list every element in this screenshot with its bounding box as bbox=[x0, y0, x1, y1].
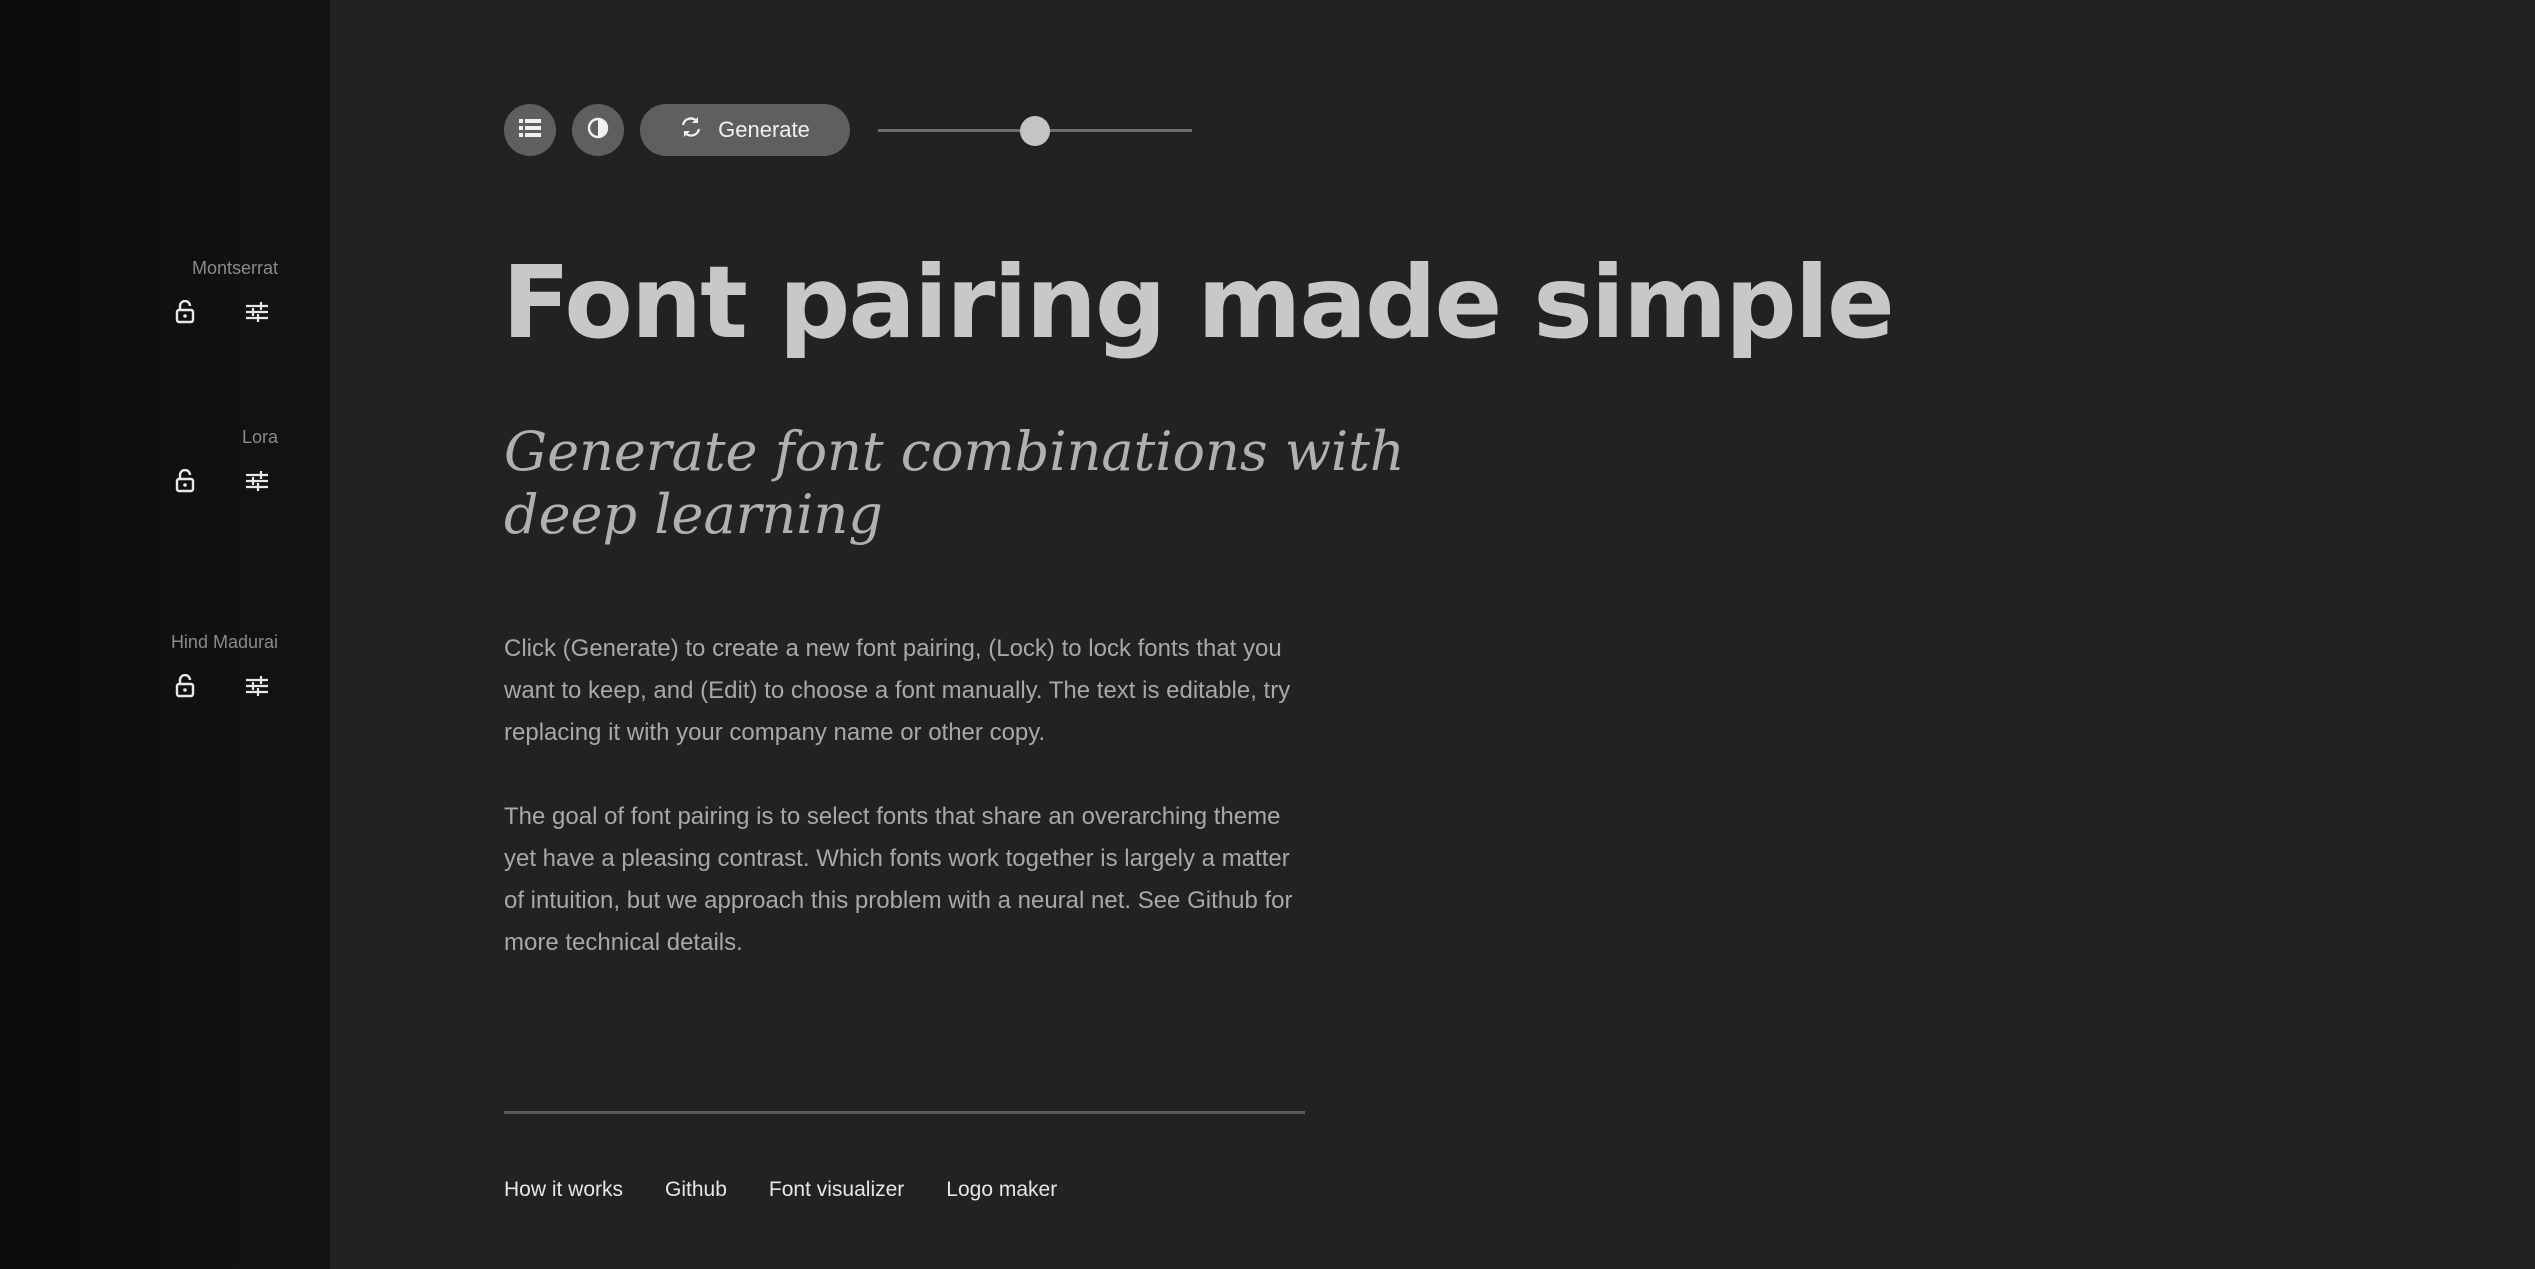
font-entry-hind-madurai: Hind Madurai bbox=[170, 632, 278, 701]
page-headline[interactable]: Font pairing made simple bbox=[502, 244, 1895, 361]
toolbar: Generate bbox=[504, 104, 1192, 156]
generate-button[interactable]: Generate bbox=[640, 104, 850, 156]
lock-open-icon[interactable] bbox=[170, 466, 200, 496]
contrast-button[interactable] bbox=[572, 104, 624, 156]
list-button[interactable] bbox=[504, 104, 556, 156]
footer-link-logo-maker[interactable]: Logo maker bbox=[946, 1178, 1057, 1202]
body-paragraph-1[interactable]: Click (Generate) to create a new font pa… bbox=[504, 628, 1314, 754]
lock-open-icon[interactable] bbox=[170, 671, 200, 701]
slider-thumb[interactable] bbox=[1020, 116, 1050, 146]
list-icon bbox=[519, 118, 541, 143]
font-sidebar: Montserrat Lora Hind Madurai bbox=[0, 0, 330, 1269]
contrast-icon bbox=[587, 117, 609, 144]
lock-open-icon[interactable] bbox=[170, 297, 200, 327]
footer-link-github[interactable]: Github bbox=[665, 1178, 727, 1202]
footer-divider bbox=[504, 1111, 1305, 1114]
main-content: Generate Font pairing made simple Genera… bbox=[330, 0, 2535, 1269]
contrast-slider[interactable] bbox=[878, 115, 1192, 146]
font-entry-montserrat: Montserrat bbox=[170, 258, 278, 327]
generate-label: Generate bbox=[718, 117, 810, 142]
refresh-icon bbox=[680, 116, 702, 144]
footer-nav: How it works Github Font visualizer Logo… bbox=[504, 1178, 1057, 1202]
page-subheadline[interactable]: Generate font combinations with deep lea… bbox=[504, 420, 1504, 546]
font-name-label: Lora bbox=[241, 427, 278, 447]
font-name-label: Montserrat bbox=[191, 258, 278, 278]
sliders-icon[interactable] bbox=[242, 297, 272, 327]
body-paragraph-2[interactable]: The goal of font pairing is to select fo… bbox=[504, 796, 1314, 964]
footer-link-how-it-works[interactable]: How it works bbox=[504, 1178, 623, 1202]
sliders-icon[interactable] bbox=[242, 671, 272, 701]
sliders-icon[interactable] bbox=[242, 466, 272, 496]
footer-link-font-visualizer[interactable]: Font visualizer bbox=[769, 1178, 904, 1202]
font-name-label: Hind Madurai bbox=[170, 632, 278, 652]
font-entry-lora: Lora bbox=[170, 427, 278, 496]
